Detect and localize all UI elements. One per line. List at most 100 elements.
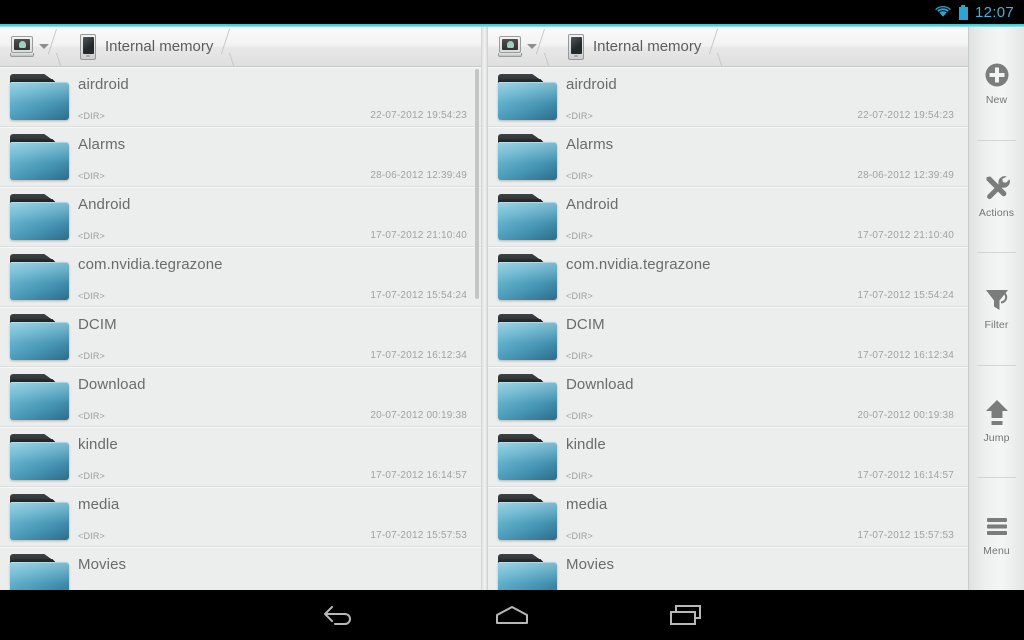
chevron-down-icon[interactable] [38, 27, 50, 67]
table-row[interactable]: media <DIR> 17-07-2012 15:57:53 [0, 487, 481, 547]
breadcrumb-separator [542, 27, 558, 67]
breadcrumb-right: Internal memory [488, 27, 968, 67]
folder-icon [9, 314, 71, 361]
file-type: <DIR> [78, 171, 106, 181]
file-date: 17-07-2012 21:10:40 [857, 230, 954, 241]
recents-button[interactable] [641, 590, 731, 640]
file-date: 28-06-2012 12:39:49 [370, 170, 467, 181]
wifi-icon [934, 5, 952, 19]
file-name: Alarms [78, 136, 126, 153]
computer-icon [498, 35, 522, 58]
table-row[interactable]: com.nvidia.tegrazone <DIR> 17-07-2012 15:5… [488, 247, 968, 307]
folder-icon [9, 434, 71, 481]
table-row[interactable]: Android <DIR> 17-07-2012 21:10:40 [0, 187, 481, 247]
file-type: <DIR> [566, 351, 594, 361]
file-name: Android [78, 196, 131, 213]
file-date: 17-07-2012 15:54:24 [370, 290, 467, 301]
breadcrumb-separator [227, 27, 243, 67]
system-navigation-bar [0, 590, 1024, 640]
table-row[interactable]: airdroid <DIR> 22-07-2012 19:54:23 [488, 67, 968, 127]
file-date: 17-07-2012 21:10:40 [370, 230, 467, 241]
folder-icon [497, 374, 559, 421]
breadcrumb-item-internal-memory-right[interactable]: Internal memory [558, 27, 715, 67]
work-area: Internal memory airdroid <DIR> 22-07-2012 … [0, 27, 1024, 590]
breadcrumb-root-left[interactable] [0, 27, 54, 67]
file-type: <DIR> [78, 411, 106, 421]
home-button[interactable] [467, 590, 557, 640]
table-row[interactable]: kindle <DIR> 17-07-2012 16:14:57 [488, 427, 968, 487]
file-date: 17-07-2012 15:57:53 [857, 530, 954, 541]
sidebar-item-new[interactable]: New [969, 27, 1024, 140]
arrow-up-icon [982, 398, 1012, 428]
file-name: media [566, 496, 608, 513]
file-date: 20-07-2012 00:19:38 [370, 410, 467, 421]
file-name: kindle [566, 436, 606, 453]
folder-icon [497, 434, 559, 481]
file-date: 17-07-2012 16:12:34 [857, 350, 954, 361]
table-row[interactable]: DCIM <DIR> 17-07-2012 16:12:34 [0, 307, 481, 367]
file-type: <DIR> [78, 231, 106, 241]
breadcrumb-separator [715, 27, 731, 67]
sidebar-item-jump[interactable]: Jump [969, 364, 1024, 478]
file-name: Movies [78, 556, 127, 573]
back-button[interactable] [294, 590, 384, 640]
tools-icon [982, 173, 1012, 203]
table-row[interactable]: com.nvidia.tegrazone <DIR> 17-07-2012 15:5… [0, 247, 481, 307]
table-row[interactable]: Movies [488, 547, 968, 590]
folder-icon [9, 254, 71, 301]
sidebar-item-menu[interactable]: Menu [969, 477, 1024, 590]
table-row[interactable]: media <DIR> 17-07-2012 15:57:53 [488, 487, 968, 547]
back-icon [322, 603, 356, 627]
funnel-icon [982, 285, 1012, 315]
table-row[interactable]: Download <DIR> 20-07-2012 00:19:38 [488, 367, 968, 427]
file-panel-left: Internal memory airdroid <DIR> 22-07-2012 … [0, 27, 481, 590]
sidebar-item-label: Actions [978, 206, 1015, 219]
recents-icon [668, 603, 704, 627]
file-date: 28-06-2012 12:39:49 [857, 170, 954, 181]
scrollbar-left[interactable] [475, 69, 479, 299]
file-name: Android [566, 196, 619, 213]
sidebar-item-actions[interactable]: Actions [969, 139, 1024, 253]
file-name: DCIM [566, 316, 605, 333]
folder-icon [9, 134, 71, 181]
folder-icon [497, 554, 559, 590]
folder-icon [497, 74, 559, 121]
file-type: <DIR> [78, 111, 106, 121]
table-row[interactable]: Alarms <DIR> 28-06-2012 12:39:49 [488, 127, 968, 187]
folder-icon [9, 374, 71, 421]
table-row[interactable]: Alarms <DIR> 28-06-2012 12:39:49 [0, 127, 481, 187]
table-row[interactable]: airdroid <DIR> 22-07-2012 19:54:23 [0, 67, 481, 127]
table-row[interactable]: DCIM <DIR> 17-07-2012 16:12:34 [488, 307, 968, 367]
file-type: <DIR> [566, 291, 594, 301]
file-date: 17-07-2012 15:54:24 [857, 290, 954, 301]
breadcrumb-item-internal-memory-left[interactable]: Internal memory [70, 27, 227, 67]
file-type: <DIR> [566, 531, 594, 541]
sidebar-item-label: New [985, 94, 1008, 107]
file-name: Alarms [566, 136, 614, 153]
computer-icon [10, 35, 34, 58]
folder-icon [497, 134, 559, 181]
folder-icon [9, 74, 71, 121]
table-row[interactable]: Download <DIR> 20-07-2012 00:19:38 [0, 367, 481, 427]
table-row[interactable]: kindle <DIR> 17-07-2012 16:14:57 [0, 427, 481, 487]
file-type: <DIR> [78, 351, 106, 361]
file-list-right[interactable]: airdroid <DIR> 22-07-2012 19:54:23 Alarms <D… [488, 67, 968, 590]
file-name: airdroid [78, 76, 129, 93]
action-sidebar: New Actions Filter Jump Menu [968, 27, 1024, 590]
file-type: <DIR> [78, 291, 106, 301]
folder-icon [497, 254, 559, 301]
sidebar-item-filter[interactable]: Filter [969, 252, 1024, 365]
file-panel-right: Internal memory airdroid <DIR> 22-07-2012 … [488, 27, 968, 590]
phone-icon [80, 33, 96, 60]
table-row[interactable]: Android <DIR> 17-07-2012 21:10:40 [488, 187, 968, 247]
file-type: <DIR> [566, 231, 594, 241]
file-type: <DIR> [566, 111, 594, 121]
chevron-down-icon[interactable] [526, 27, 538, 67]
folder-icon [497, 314, 559, 361]
panel-divider[interactable] [481, 27, 488, 590]
file-type: <DIR> [566, 171, 594, 181]
breadcrumb-root-right[interactable] [488, 27, 542, 67]
table-row[interactable]: Movies [0, 547, 481, 590]
file-name: DCIM [78, 316, 117, 333]
file-list-left[interactable]: airdroid <DIR> 22-07-2012 19:54:23 Alarms <D… [0, 67, 481, 590]
